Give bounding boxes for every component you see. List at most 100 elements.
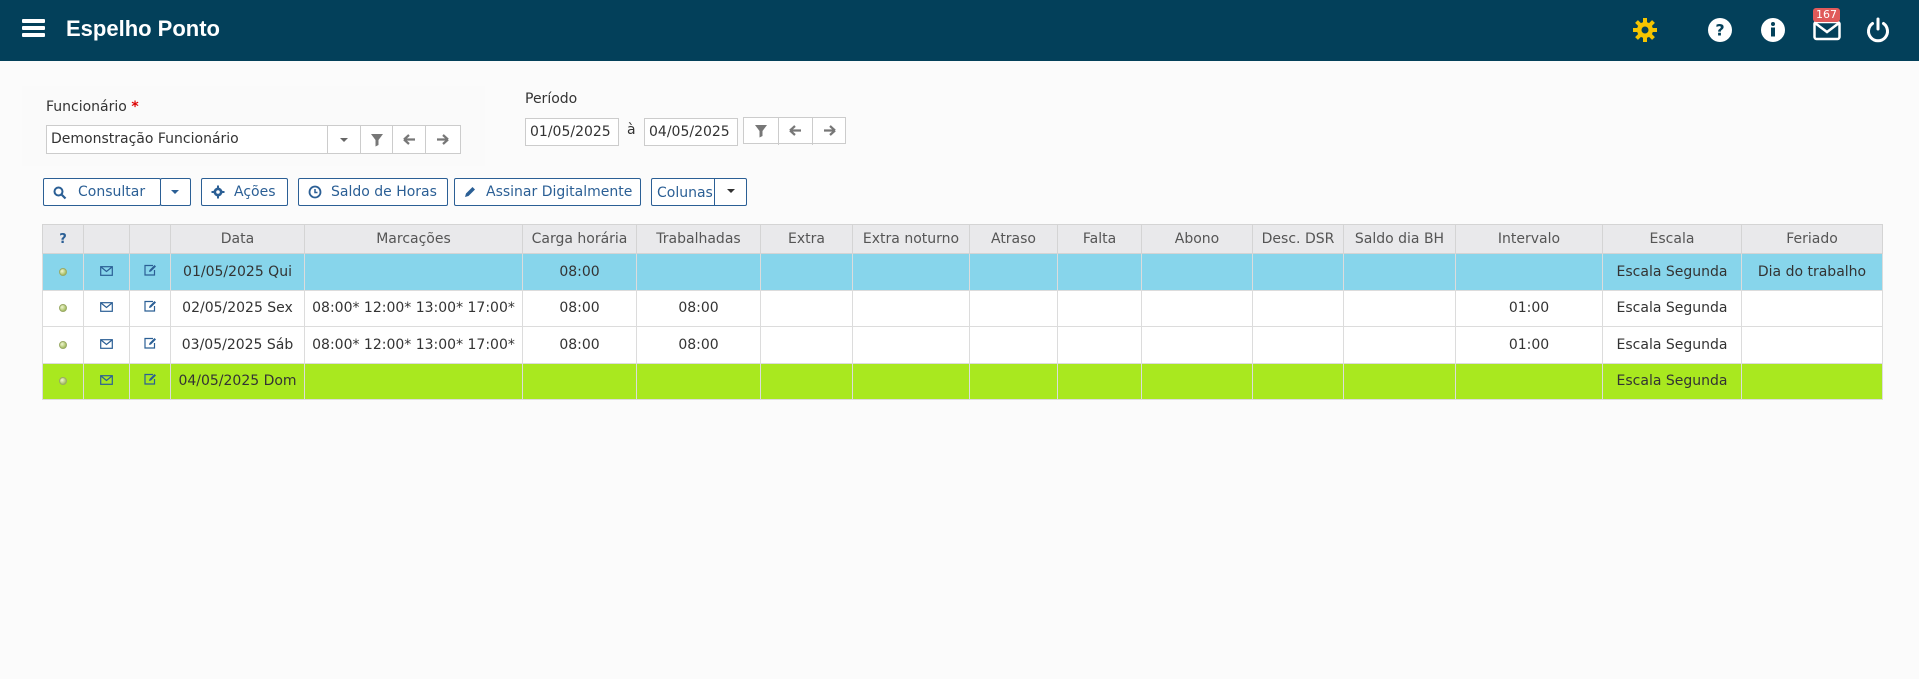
edit-icon[interactable] bbox=[143, 300, 157, 316]
employee-prev-button[interactable] bbox=[392, 126, 425, 153]
edit-icon[interactable] bbox=[143, 264, 157, 280]
envelope-icon[interactable] bbox=[100, 337, 113, 353]
power-icon[interactable] bbox=[1863, 15, 1893, 45]
acoes-button[interactable]: Ações bbox=[201, 178, 288, 206]
cell-atraso bbox=[969, 289, 1058, 327]
col-falta[interactable]: Falta bbox=[1057, 224, 1142, 254]
col-edit bbox=[129, 224, 171, 254]
clock-icon bbox=[308, 185, 322, 199]
period-filter-button[interactable] bbox=[744, 118, 778, 145]
table-row[interactable]: 03/05/2025 Sáb 08:00* 12:00* 13:00* 17:00… bbox=[42, 326, 1883, 364]
col-data[interactable]: Data bbox=[170, 224, 305, 254]
table-header-row: ? Data Marcações Carga horária Trabalhad… bbox=[42, 224, 1883, 254]
col-escala[interactable]: Escala bbox=[1602, 224, 1742, 254]
status-dot bbox=[42, 253, 84, 291]
status-dot-icon bbox=[59, 340, 67, 349]
cell-falta bbox=[1057, 362, 1142, 400]
row-edit-button[interactable] bbox=[129, 326, 171, 364]
col-extra[interactable]: Extra bbox=[760, 224, 853, 254]
col-mail bbox=[83, 224, 130, 254]
page-title: Espelho Ponto bbox=[66, 16, 220, 41]
cell-carga: 08:00 bbox=[522, 289, 637, 327]
cell-falta bbox=[1057, 253, 1142, 291]
row-mail-button[interactable] bbox=[83, 289, 130, 327]
row-mail-button[interactable] bbox=[83, 326, 130, 364]
employee-select[interactable]: Demonstração Funcionário bbox=[46, 125, 461, 154]
cell-marcacoes bbox=[304, 362, 523, 400]
table-row[interactable]: 01/05/2025 Qui 08:00 Escala Segunda Dia do … bbox=[42, 253, 1883, 291]
arrow-right-icon bbox=[437, 134, 449, 145]
caret-down-icon bbox=[171, 190, 179, 194]
cell-abono bbox=[1141, 253, 1253, 291]
consultar-dropdown-button[interactable] bbox=[160, 178, 191, 206]
cell-trabalhadas: 08:00 bbox=[636, 326, 761, 364]
filter-icon bbox=[371, 134, 383, 147]
cell-atraso bbox=[969, 326, 1058, 364]
row-edit-button[interactable] bbox=[129, 362, 171, 400]
required-mark: * bbox=[131, 99, 139, 115]
mail-count-badge: 167 bbox=[1813, 8, 1840, 22]
cell-extra-noturno bbox=[852, 326, 970, 364]
period-next-button[interactable] bbox=[812, 118, 845, 145]
help-icon[interactable]: ? bbox=[1705, 15, 1735, 45]
cell-extra-noturno bbox=[852, 362, 970, 400]
envelope-icon[interactable] bbox=[100, 300, 113, 316]
table-body: 01/05/2025 Qui 08:00 Escala Segunda Dia do … bbox=[42, 253, 1883, 400]
cell-desc-dsr bbox=[1252, 253, 1344, 291]
cell-feriado: Dia do trabalho bbox=[1741, 253, 1883, 291]
employee-filter-button[interactable] bbox=[360, 126, 392, 153]
envelope-icon[interactable] bbox=[100, 264, 113, 280]
timesheet-table: ? Data Marcações Carga horária Trabalhad… bbox=[42, 224, 1883, 400]
col-saldo-bh[interactable]: Saldo dia BH bbox=[1343, 224, 1456, 254]
edit-icon[interactable] bbox=[143, 373, 157, 389]
status-dot-icon bbox=[59, 267, 67, 276]
status-dot-icon bbox=[59, 304, 67, 313]
colunas-dropdown[interactable] bbox=[714, 179, 746, 205]
col-intervalo[interactable]: Intervalo bbox=[1455, 224, 1603, 254]
envelope-icon[interactable] bbox=[100, 373, 113, 389]
info-icon[interactable] bbox=[1758, 15, 1788, 45]
edit-icon[interactable] bbox=[143, 337, 157, 353]
saldo-horas-button[interactable]: Saldo de Horas bbox=[298, 178, 448, 206]
cell-escala: Escala Segunda bbox=[1602, 326, 1742, 364]
cell-carga: 08:00 bbox=[522, 253, 637, 291]
col-extra-noturno[interactable]: Extra noturno bbox=[852, 224, 970, 254]
table-row[interactable]: 04/05/2025 Dom Escala Segunda bbox=[42, 362, 1883, 400]
row-edit-button[interactable] bbox=[129, 289, 171, 327]
col-help[interactable]: ? bbox=[42, 224, 84, 254]
col-abono[interactable]: Abono bbox=[1141, 224, 1253, 254]
svg-text:?: ? bbox=[1715, 21, 1724, 40]
col-feriado[interactable]: Feriado bbox=[1741, 224, 1883, 254]
cell-extra-noturno bbox=[852, 289, 970, 327]
cell-desc-dsr bbox=[1252, 362, 1344, 400]
period-prev-button[interactable] bbox=[778, 118, 812, 145]
cell-escala: Escala Segunda bbox=[1602, 253, 1742, 291]
consultar-button[interactable]: Consultar bbox=[43, 178, 161, 206]
menu-icon[interactable] bbox=[22, 19, 45, 37]
col-desc-dsr[interactable]: Desc. DSR bbox=[1252, 224, 1344, 254]
cell-extra-noturno bbox=[852, 253, 970, 291]
gear-icon[interactable] bbox=[1630, 15, 1660, 45]
employee-next-button[interactable] bbox=[425, 126, 460, 153]
cell-marcacoes bbox=[304, 253, 523, 291]
end-date-input[interactable]: 04/05/2025 bbox=[644, 118, 738, 146]
assinar-digitalmente-button[interactable]: Assinar Digitalmente bbox=[454, 178, 641, 206]
cell-intervalo: 01:00 bbox=[1455, 326, 1603, 364]
cell-saldo-bh bbox=[1343, 289, 1456, 327]
employee-dropdown-button[interactable] bbox=[327, 126, 360, 153]
filter-icon bbox=[755, 125, 767, 138]
cell-falta bbox=[1057, 289, 1142, 327]
cell-data: 01/05/2025 Qui bbox=[170, 253, 305, 291]
employee-label: Funcionário * bbox=[46, 99, 139, 115]
row-mail-button[interactable] bbox=[83, 362, 130, 400]
caret-down-icon bbox=[727, 189, 735, 193]
row-edit-button[interactable] bbox=[129, 253, 171, 291]
colunas-button[interactable]: Colunas bbox=[651, 178, 747, 206]
row-mail-button[interactable] bbox=[83, 253, 130, 291]
table-row[interactable]: 02/05/2025 Sex 08:00* 12:00* 13:00* 17:00… bbox=[42, 289, 1883, 327]
col-marcacoes[interactable]: Marcações bbox=[304, 224, 523, 254]
col-atraso[interactable]: Atraso bbox=[969, 224, 1058, 254]
start-date-input[interactable]: 01/05/2025 bbox=[525, 118, 619, 146]
col-carga[interactable]: Carga horária bbox=[522, 224, 637, 254]
col-trabalhadas[interactable]: Trabalhadas bbox=[636, 224, 761, 254]
